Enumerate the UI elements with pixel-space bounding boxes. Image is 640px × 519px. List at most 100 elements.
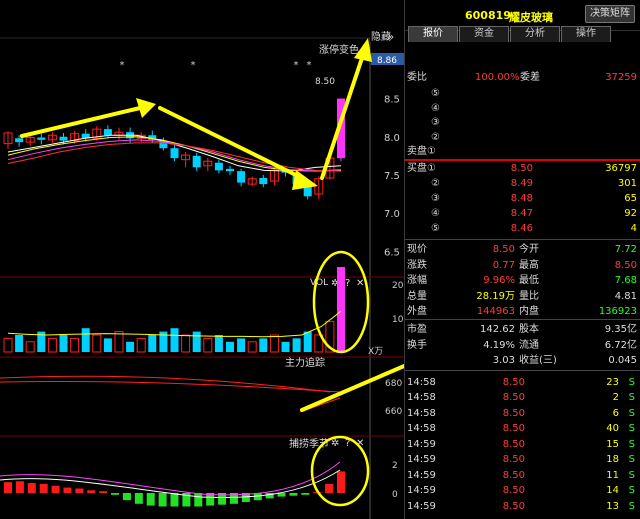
sell-level: ④ <box>431 102 440 114</box>
catch-bar <box>301 493 310 495</box>
quote-panel: 600819 耀皮玻璃 决策矩阵 报价 资金 分析 操作委比 100.00% 委差 3725… <box>404 0 640 519</box>
double-chevron-right-icon: » <box>388 32 394 43</box>
stat-label: 换手 <box>407 339 427 351</box>
tick-time: 14:59 <box>407 485 436 497</box>
stat-value: 3.03 <box>492 355 515 367</box>
stock-code: 600819 <box>465 9 511 22</box>
stat-label: 外盘 <box>407 306 427 318</box>
stat-row: 涨跌 0.77 最高 8.50 <box>405 258 640 273</box>
catch-bar <box>170 493 179 507</box>
catch-bar <box>337 471 345 493</box>
catch-bar <box>75 488 84 493</box>
catch-bar <box>122 493 131 501</box>
stat-row: 现价 8.50 今开 7.72 <box>405 242 640 257</box>
volume-bar <box>237 338 246 352</box>
stat-label: 最低 <box>519 275 539 287</box>
stat-value: 7.72 <box>614 244 637 255</box>
buy-price: 8.48 <box>510 193 533 204</box>
volume-bar <box>269 334 279 353</box>
tick-row: 14:59 8.50 11 S <box>405 468 640 483</box>
webi-row: 委比 100.00% 委差 37259 <box>405 70 640 85</box>
tab-0[interactable]: 报价 <box>408 26 458 42</box>
catch-bar <box>158 493 167 507</box>
tab-1[interactable]: 资金 <box>459 26 509 42</box>
volume-bar <box>247 341 257 353</box>
kline-chart-panel[interactable]: 涨停变色 隐藏» 8.86 8.5 8.0 7.5 7.0 6.5 8.50 * * * * VOL ✲? ✕… <box>0 0 404 519</box>
kline-chart-svg[interactable]: 涨停变色隐藏»8.868.58.07.57.06.58.50* * * *VOL ✲? ✕… <box>0 0 404 519</box>
star-mark: * <box>191 60 196 71</box>
volume-bar <box>114 331 124 353</box>
weicha-value: 37259 <box>605 72 637 83</box>
tick-volume: 40 <box>606 423 619 435</box>
annotation-arrow <box>158 106 304 180</box>
volume-bar <box>25 341 35 353</box>
tick-row: 14:59 8.50 15 S <box>405 437 640 452</box>
stat-label: 流通 <box>519 339 539 351</box>
tick-row: 14:58 8.50 2 S <box>405 390 640 405</box>
buy-price: 8.46 <box>510 223 533 234</box>
tick-side: S <box>628 392 635 404</box>
volume-bar <box>3 337 13 353</box>
stat-value: 0.045 <box>608 355 637 367</box>
tick-time: 14:59 <box>407 469 436 481</box>
stat-value: 136923 <box>598 306 637 318</box>
limit-color-label: 涨停变色 <box>319 43 359 56</box>
sell-level: ⑤ <box>431 88 440 99</box>
stat-value: 144963 <box>476 306 515 318</box>
tick-volume: 2 <box>612 392 619 404</box>
stat-value: 7.68 <box>614 275 637 287</box>
stat-value: 9.35亿 <box>604 324 637 335</box>
annotation-ellipse <box>310 435 370 507</box>
candle-body <box>214 162 223 171</box>
stat-value: 9.96% <box>483 275 515 287</box>
star-mark: * <box>120 60 125 71</box>
tick-price: 8.50 <box>502 454 525 466</box>
close-icon: ✕ <box>356 278 364 289</box>
arrow-head <box>292 170 318 190</box>
buy-row: ④ 8.47 92 <box>405 206 640 221</box>
stat-label: 涨跌 <box>407 259 427 271</box>
stock-name: 耀皮玻璃 <box>509 11 553 24</box>
catch-tick-label: 2 <box>392 461 398 471</box>
buy-price: 8.47 <box>510 208 533 219</box>
tick-time: 14:58 <box>407 407 436 419</box>
tick-time: 14:58 <box>407 392 436 404</box>
catch-bar <box>63 487 72 493</box>
buy-row: ② 8.49 301 <box>405 176 640 191</box>
tick-side: S <box>628 407 635 419</box>
decision-matrix-button[interactable]: 决策矩阵 <box>585 5 635 23</box>
catch-bar <box>15 481 24 493</box>
catch-bar <box>87 490 96 493</box>
catch-bar <box>194 493 203 507</box>
tick-row: 14:59 8.50 14 S <box>405 483 640 498</box>
volume-bar <box>292 338 301 352</box>
catch-bar <box>134 493 143 504</box>
tick-volume: 14 <box>606 485 619 497</box>
stat-label: 市盈 <box>407 324 427 335</box>
stat-label: 量比 <box>519 290 539 302</box>
main-line-red <box>0 375 331 393</box>
buy-row: ⑤ 8.46 4 <box>405 221 640 236</box>
tick-volume: 18 <box>606 454 619 466</box>
buy-level: ② <box>431 178 440 189</box>
catch-bar <box>51 485 60 493</box>
buy-volume: 92 <box>624 208 637 219</box>
main-tick-label: 660 <box>385 407 402 417</box>
tab-2[interactable]: 分析 <box>510 26 560 42</box>
tick-price: 8.50 <box>502 438 525 450</box>
annotation-arrow <box>320 56 364 180</box>
tab-3[interactable]: 操作 <box>561 26 611 42</box>
catch-bar <box>4 482 12 493</box>
webi-value: 100.00% <box>475 72 520 83</box>
price-tick-label: 8.0 <box>384 133 400 144</box>
tick-volume: 15 <box>606 438 619 450</box>
volume-bar <box>148 335 157 352</box>
volume-bar <box>59 335 68 352</box>
stat-value: 8.50 <box>614 259 637 271</box>
buy-volume: 65 <box>624 193 637 204</box>
stat-label: 今开 <box>519 244 539 255</box>
stat-label: 涨幅 <box>407 275 427 287</box>
candle-body <box>259 178 268 185</box>
stat-value: 4.19% <box>483 339 515 351</box>
vol-title: VOL <box>310 278 328 288</box>
